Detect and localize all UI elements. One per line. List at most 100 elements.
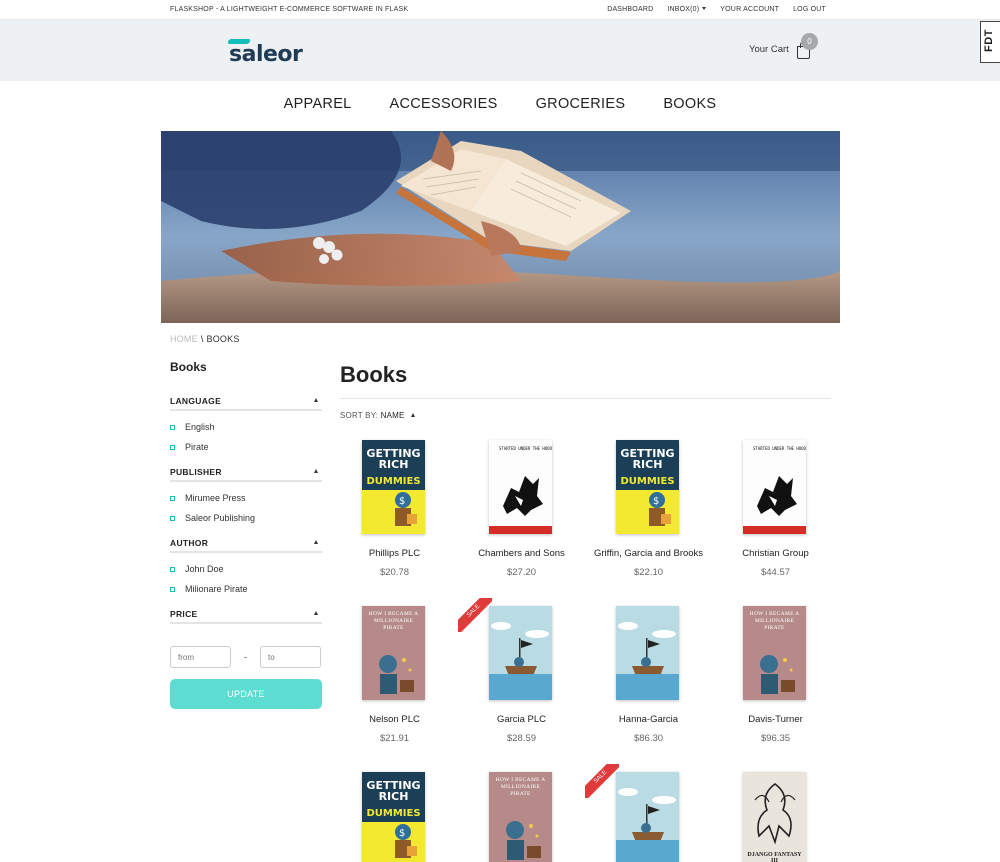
nav-apparel[interactable]: APPAREL [284, 96, 352, 112]
breadcrumb-current: BOOKS [206, 334, 240, 344]
svg-text:$: $ [399, 828, 405, 839]
engine-illustration [503, 476, 543, 516]
cover-title: GETTING RICH [620, 447, 675, 471]
filter-option-john-doe[interactable]: John Doe [170, 564, 322, 584]
product-price: $21.91 [379, 733, 410, 744]
inbox-menu[interactable]: INBOX(0) [667, 6, 707, 13]
cover-title: HOW I BECAME A MILLIONAIRE PIRATE [749, 611, 800, 631]
price-from-input[interactable] [170, 646, 231, 668]
nav-books[interactable]: BOOKS [663, 96, 716, 112]
pirate-illustration [379, 655, 414, 694]
book-cover[interactable] [616, 606, 679, 700]
fdt-label: FDT [983, 29, 995, 52]
product-name[interactable]: Phillips PLC [331, 548, 458, 559]
filter-option-mirumee-press[interactable]: Mirumee Press [170, 493, 322, 513]
sale-ribbon: SALE [458, 598, 492, 632]
filter-option-saleor-publishing[interactable]: Saleor Publishing [170, 513, 322, 533]
product-name[interactable]: Nelson PLC [331, 714, 458, 725]
product-name[interactable]: Griffin, Garcia and Brooks [585, 548, 712, 559]
dashboard-link[interactable]: DASHBOARD [607, 6, 653, 13]
fdt-tab[interactable]: FDT [980, 21, 1000, 63]
cover-title: GETTING RICH [366, 447, 421, 471]
filter-language-header[interactable]: LANGUAGE [170, 396, 322, 411]
cover-title: STARTED UNDER THE HOOD [753, 446, 806, 451]
checkbox-icon[interactable] [170, 515, 175, 521]
filter-price: PRICE - UPDATE [170, 609, 322, 709]
book-cover[interactable] [616, 772, 679, 862]
filter-publisher-title: PUBLISHER [170, 467, 222, 477]
sort-prefix: SORT BY: [340, 411, 379, 420]
update-button[interactable]: UPDATE [170, 679, 322, 709]
nav-accessories[interactable]: ACCESSORIES [390, 96, 498, 112]
pirate-illustration [760, 655, 795, 694]
saleor-logo[interactable]: saleor [227, 37, 303, 67]
sort-control[interactable]: SORT BY: NAME [340, 411, 415, 420]
your-account-link[interactable]: YOUR ACCOUNT [720, 6, 779, 13]
cart-link[interactable]: Your Cart [749, 44, 789, 55]
sale-ribbon: SALE [585, 764, 619, 798]
filter-option-milionare-pirate[interactable]: Milionare Pirate [170, 584, 322, 604]
cover-title: STARTED UNDER THE HOOD [499, 446, 552, 451]
sidebar-title: Books [170, 360, 207, 374]
book-cover[interactable]: HOW I BECAME A MILLIONAIRE PIRATE [743, 606, 806, 700]
filter-option-english[interactable]: English [170, 422, 322, 442]
cover-title: DJANGO FANTASY III [747, 852, 802, 862]
chevron-up-icon [314, 540, 318, 544]
pirate-illustration [506, 821, 541, 860]
sale-label: SALE [585, 764, 619, 798]
pirate-illustration: $ [395, 492, 417, 526]
checkbox-icon[interactable] [170, 567, 175, 572]
product-name[interactable]: Hanna-Garcia [585, 714, 712, 725]
site-header: saleor Your Cart 0 [0, 20, 1000, 81]
book-cover[interactable]: GETTING RICH DUMMIES $ [362, 440, 425, 534]
account-links: DASHBOARD INBOX(0) YOUR ACCOUNT LOG OUT [607, 6, 826, 13]
cover-stripe [743, 526, 806, 534]
book-cover[interactable]: GETTING RICH DUMMIES $ [362, 772, 425, 862]
pirate-illustration: $ [649, 492, 671, 526]
checkbox-icon[interactable] [170, 444, 175, 450]
price-range-dash: - [244, 652, 247, 662]
breadcrumb-separator: \ [200, 334, 204, 344]
book-cover[interactable]: DJANGO FANTASY III [743, 772, 806, 862]
breadcrumb: HOME \ BOOKS [170, 334, 240, 344]
logout-link[interactable]: LOG OUT [793, 6, 826, 13]
filter-price-header[interactable]: PRICE [170, 609, 322, 624]
ship-illustration [616, 622, 679, 700]
cover-subtitle: DUMMIES [366, 476, 421, 487]
filter-price-title: PRICE [170, 609, 198, 619]
product-price: $27.20 [506, 567, 537, 578]
product-name[interactable]: Davis-Turner [712, 714, 839, 725]
breadcrumb-home[interactable]: HOME [170, 334, 198, 344]
logo-text: saleor [229, 42, 303, 67]
book-cover[interactable]: STARTED UNDER THE HOOD [743, 440, 806, 534]
nav-groceries[interactable]: GROCERIES [536, 96, 626, 112]
price-to-input[interactable] [260, 646, 321, 668]
filter-publisher: PUBLISHER Mirumee Press Saleor Publishin… [170, 467, 322, 538]
cover-subtitle: DUMMIES [620, 476, 675, 487]
checkbox-icon[interactable] [170, 425, 175, 430]
option-label: John Doe [185, 564, 224, 574]
filter-author-header[interactable]: AUTHOR [170, 538, 322, 553]
checkbox-icon[interactable] [170, 496, 175, 501]
filter-publisher-header[interactable]: PUBLISHER [170, 467, 322, 482]
option-label: Saleor Publishing [185, 512, 256, 523]
product-name[interactable]: Garcia PLC [458, 714, 585, 725]
book-cover[interactable]: HOW I BECAME A MILLIONAIRE PIRATE [489, 772, 552, 862]
hero-image [161, 131, 840, 323]
product-name[interactable]: Christian Group [712, 548, 839, 559]
book-cover[interactable]: GETTING RICH DUMMIES $ [616, 440, 679, 534]
checkbox-icon[interactable] [170, 586, 175, 592]
chevron-up-icon [314, 398, 318, 402]
product-price: $96.35 [760, 733, 791, 744]
site-tagline: FLASKSHOP - A LIGHTWEIGHT E-COMMERCE SOF… [170, 6, 409, 13]
product-name[interactable]: Chambers and Sons [458, 548, 585, 559]
product-price: $86.30 [633, 733, 664, 744]
book-cover[interactable]: HOW I BECAME A MILLIONAIRE PIRATE [362, 606, 425, 700]
filter-option-pirate[interactable]: Pirate [170, 442, 322, 462]
engine-illustration [757, 476, 797, 516]
chevron-down-icon [702, 7, 707, 10]
book-cover[interactable]: STARTED UNDER THE HOOD [489, 440, 552, 534]
sort-direction-icon [410, 413, 415, 417]
book-cover[interactable] [489, 606, 552, 700]
product-price: $28.59 [506, 733, 537, 744]
